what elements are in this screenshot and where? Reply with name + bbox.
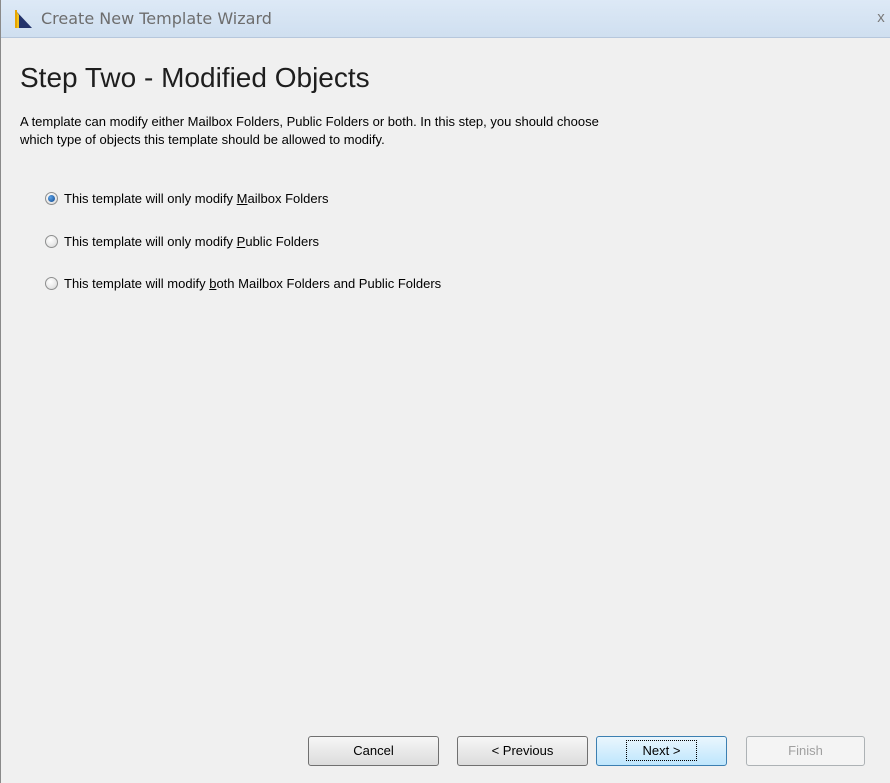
page-title: Step Two - Modified Objects [20, 62, 370, 93]
radio-mailbox-folders[interactable]: This template will only modify Mailbox F… [45, 189, 328, 207]
radio-label-both-folders: This template will modify both Mailbox F… [64, 275, 442, 291]
app-icon [15, 10, 32, 28]
radio-selected-icon[interactable] [45, 191, 58, 205]
next-button-label: Next > [625, 740, 698, 761]
radio-label-public-folders: This template will only modify Public Fo… [64, 233, 320, 249]
wizard-window: Create New Template Wizard x Step Two - … [0, 0, 890, 783]
cancel-button[interactable]: Cancel [308, 736, 439, 766]
previous-button[interactable]: < Previous [457, 736, 588, 766]
next-button[interactable]: Next > [596, 736, 727, 766]
radio-unselected-icon[interactable] [45, 276, 58, 290]
radio-both-folders[interactable]: This template will modify both Mailbox F… [45, 274, 441, 292]
window-title: Create New Template Wizard [41, 9, 272, 28]
close-icon: x [877, 9, 885, 26]
radio-public-folders[interactable]: This template will only modify Public Fo… [45, 232, 319, 250]
step-description: A template can modify either Mailbox Fol… [20, 113, 800, 149]
radio-label-mailbox-folders: This template will only modify Mailbox F… [64, 190, 329, 206]
radio-unselected-icon[interactable] [45, 234, 58, 248]
title-bar[interactable]: Create New Template Wizard x [1, 0, 890, 38]
description-line-2: which type of objects this template shou… [20, 132, 385, 147]
description-line-1: A template can modify either Mailbox Fol… [20, 114, 599, 129]
close-button[interactable]: x [873, 8, 889, 28]
finish-button: Finish [746, 736, 865, 766]
